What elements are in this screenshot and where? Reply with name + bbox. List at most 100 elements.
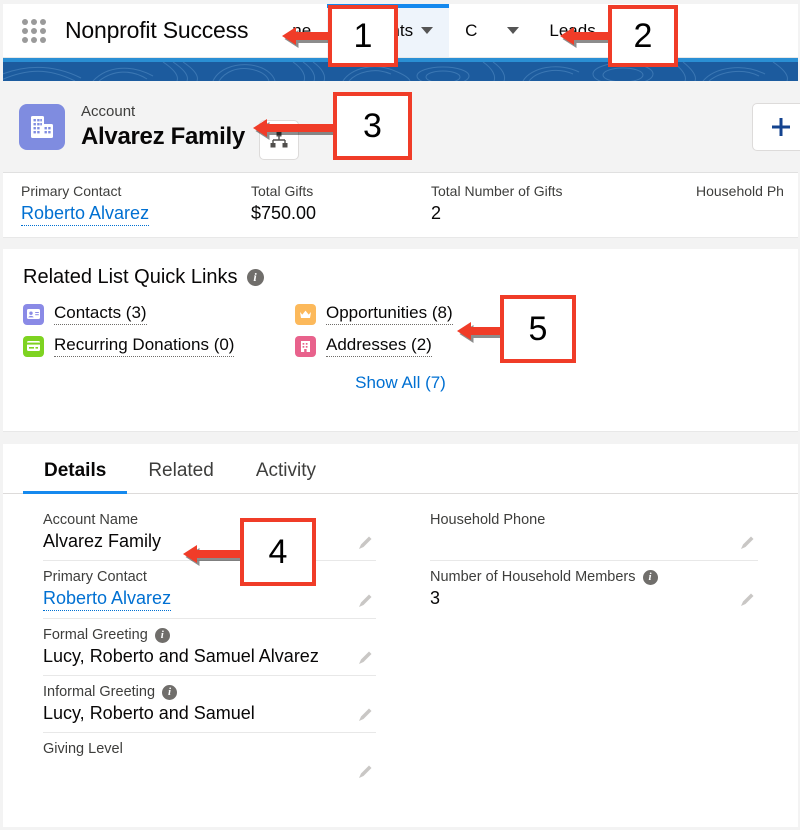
highlight-value-link[interactable]: Roberto Alvarez [21,203,149,226]
callout-arrow [560,25,610,51]
banner-pattern-icon [3,62,798,81]
global-header: Nonprofit Success ne Accounts C Leads [3,4,798,58]
field-label-text: Account Name [43,512,138,528]
app-name: Nonprofit Success [65,17,248,44]
pencil-icon[interactable] [357,763,374,780]
section-gap [3,432,798,444]
salesforce-account-page: Nonprofit Success ne Accounts C Leads [0,0,800,830]
field-formal-greeting: Formal Greeting i Lucy, Roberto and Samu… [43,619,376,676]
highlight-total-number-of-gifts: Total Number of Gifts 2 [431,183,696,224]
highlight-primary-contact: Primary Contact Roberto Alvarez [21,183,251,226]
highlight-household-phone: Household Ph [696,183,784,203]
highlights-panel: Primary Contact Roberto Alvarez Total Gi… [3,173,798,238]
quick-link-recurring-donations[interactable]: Recurring Donations (0) [23,335,295,357]
field-label: Informal Greeting i [43,684,342,700]
highlight-total-gifts: Total Gifts $750.00 [251,183,431,224]
pencil-icon[interactable] [739,534,756,551]
quick-link-label[interactable]: Opportunities (8) [326,303,453,325]
callout-number-2: 2 [608,5,678,67]
record-tabs: Details Related Activity [3,444,798,494]
callout-arrow [253,117,335,143]
quick-link-label[interactable]: Contacts (3) [54,303,147,325]
field-label: Number of Household Members i [430,569,724,585]
recurring-donation-icon [23,336,44,357]
field-value [43,760,342,782]
record-title-block: Account Alvarez Family [81,103,245,151]
field-label-text: Primary Contact [43,569,147,585]
field-label-text: Giving Level [43,741,123,757]
highlight-value: $750.00 [251,203,431,224]
quick-links-grid: Contacts (3) Opportunities (8) [3,289,798,357]
callout-arrow [457,320,502,346]
field-label: Formal Greeting i [43,627,342,643]
callout-number-5: 5 [500,295,576,363]
crown-icon [295,304,316,325]
quick-link-contacts[interactable]: Contacts (3) [23,303,295,325]
quick-link-label[interactable]: Addresses (2) [326,335,432,357]
nav-item-label: C [465,21,477,41]
show-all-link[interactable]: Show All (7) [3,373,798,393]
field-label: Giving Level [43,741,342,757]
quick-links-header: Related List Quick Links i [3,249,798,289]
tab-label: Details [44,460,106,481]
info-icon[interactable]: i [155,628,170,643]
highlight-label: Primary Contact [21,183,251,199]
highlight-label: Total Gifts [251,183,431,199]
tab-activity[interactable]: Activity [235,460,337,493]
callout-number-3: 3 [333,92,412,160]
contact-card-icon [23,304,44,325]
details-card: Details Related Activity Account Name Al… [3,444,798,827]
callout-number-1: 1 [328,5,398,67]
tab-details[interactable]: Details [23,460,127,493]
tab-related[interactable]: Related [127,460,235,493]
highlight-label: Total Number of Gifts [431,183,696,199]
field-number-of-household-members: Number of Household Members i 3 [430,561,758,617]
decorative-banner [3,62,798,81]
quick-link-label[interactable]: Recurring Donations (0) [54,335,234,357]
record-object-label: Account [81,103,245,120]
related-list-quick-links-card: Related List Quick Links i Contacts (3) [3,249,798,432]
field-primary-contact: Primary Contact Roberto Alvarez [43,561,376,619]
field-label-text: Number of Household Members [430,569,636,585]
details-right-column: Household Phone Number of Household Memb… [398,504,798,789]
field-informal-greeting: Informal Greeting i Lucy, Roberto and Sa… [43,676,376,733]
field-value: Lucy, Roberto and Samuel Alvarez [43,646,342,668]
field-value: 3 [430,588,724,610]
address-building-icon [295,336,316,357]
account-building-icon [19,104,65,150]
callout-arrow [183,543,242,569]
callout-number-4: 4 [240,518,316,586]
pencil-icon[interactable] [357,592,374,609]
field-label-text: Informal Greeting [43,684,155,700]
info-icon[interactable]: i [247,269,264,286]
nav-item-contacts[interactable]: C [449,4,493,57]
highlight-value: 2 [431,203,696,224]
field-giving-level: Giving Level [43,733,376,789]
pencil-icon[interactable] [739,591,756,608]
field-value [430,531,724,553]
quick-links-title: Related List Quick Links [23,266,238,289]
details-fields: Account Name Alvarez Family Primary Cont… [3,494,798,789]
info-icon[interactable]: i [643,570,658,585]
page-title: Alvarez Family [81,123,245,151]
pencil-icon[interactable] [357,534,374,551]
field-value-link[interactable]: Roberto Alvarez [43,588,171,611]
tab-label: Activity [256,460,316,481]
tab-label: Related [148,460,214,481]
field-label-text: Formal Greeting [43,627,148,643]
add-button[interactable] [752,103,800,151]
app-launcher-grid-icon[interactable] [17,20,51,42]
chevron-down-icon[interactable] [507,27,519,34]
callout-arrow [282,25,330,51]
section-gap [3,238,798,249]
pencil-icon[interactable] [357,649,374,666]
chevron-down-icon[interactable] [421,27,433,34]
info-icon[interactable]: i [162,685,177,700]
field-label: Household Phone [430,512,724,528]
plus-icon [770,116,792,138]
field-label-text: Household Phone [430,512,545,528]
pencil-icon[interactable] [357,706,374,723]
field-household-phone: Household Phone [430,504,758,561]
field-value: Lucy, Roberto and Samuel [43,703,342,725]
highlight-label: Household Ph [696,183,784,199]
